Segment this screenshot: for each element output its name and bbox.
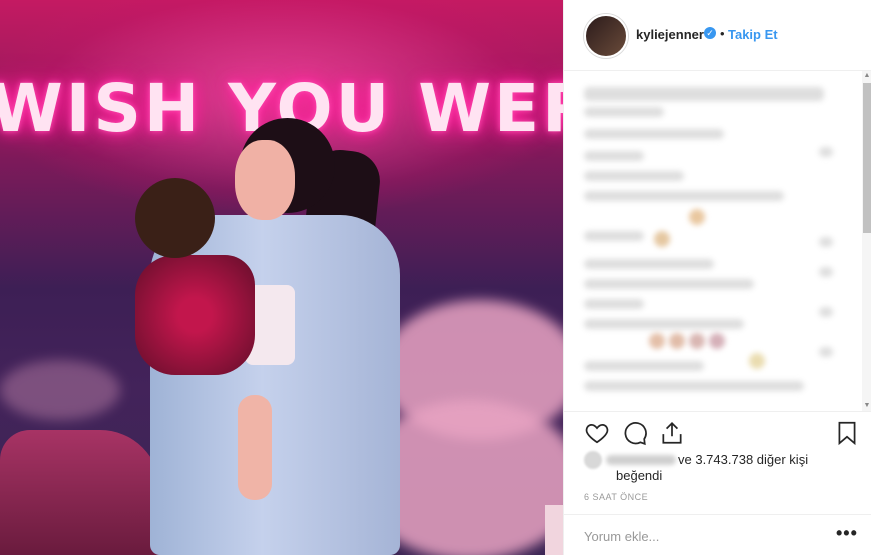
- blurred-comment-line: [584, 107, 664, 117]
- blurred-emoji: [654, 231, 670, 247]
- blurred-timestamp: [819, 347, 833, 357]
- user-avatar[interactable]: [584, 14, 628, 58]
- blurred-timestamp: [819, 147, 833, 157]
- comments-list-blurred[interactable]: [564, 71, 860, 411]
- blurred-comment-line: [584, 231, 644, 241]
- floor-box: [545, 505, 563, 555]
- blurred-emoji: [689, 209, 705, 225]
- more-options-icon[interactable]: •••: [836, 523, 858, 544]
- heart-icon[interactable]: [584, 420, 610, 446]
- follow-button[interactable]: Takip Et: [728, 27, 778, 42]
- post-actions-bar: [564, 411, 871, 452]
- blurred-emoji: [649, 333, 665, 349]
- username-link[interactable]: kyliejenner: [636, 27, 704, 42]
- post-timestamp[interactable]: 6 SAAT ÖNCE: [584, 492, 648, 502]
- blurred-timestamp: [819, 307, 833, 317]
- woman-face: [235, 140, 295, 220]
- scroll-thumb[interactable]: [863, 83, 871, 233]
- blurred-timestamp: [819, 237, 833, 247]
- blurred-comment-line: [584, 279, 754, 289]
- blurred-comment-line: [584, 381, 804, 391]
- blurred-comment-line: [584, 319, 744, 329]
- bookmark-icon[interactable]: [834, 420, 860, 446]
- blurred-emoji: [749, 353, 765, 369]
- separator-dot: •: [720, 26, 725, 41]
- blurred-timestamp: [819, 267, 833, 277]
- blurred-comment-line: [584, 87, 824, 101]
- child-hair: [135, 178, 215, 258]
- child-leg: [238, 395, 272, 500]
- gift-bag: [0, 430, 160, 555]
- cloud: [0, 360, 120, 420]
- post-header: kyliejenner ✓ • Takip Et: [564, 0, 871, 71]
- share-icon[interactable]: [659, 420, 685, 446]
- post-sidebar: kyliejenner ✓ • Takip Et ▲ ▼ ve 3.743.73…: [563, 0, 871, 555]
- blurred-comment-line: [584, 259, 714, 269]
- blurred-emoji: [669, 333, 685, 349]
- blurred-emoji: [709, 333, 725, 349]
- comment-icon[interactable]: [622, 420, 648, 446]
- blurred-comment-line: [584, 129, 724, 139]
- blurred-comment-line: [584, 299, 644, 309]
- blurred-comment-line: [584, 171, 684, 181]
- add-comment-bar: •••: [564, 514, 871, 556]
- blurred-comment-line: [584, 191, 784, 201]
- post-photo[interactable]: WISH YOU WERE: [0, 0, 563, 555]
- liker-avatar[interactable]: [584, 451, 602, 469]
- comments-scrollbar[interactable]: ▲ ▼: [862, 71, 871, 411]
- comment-input[interactable]: [584, 529, 814, 544]
- blurred-comment-line: [584, 151, 644, 161]
- blurred-liker-name[interactable]: [606, 455, 676, 465]
- verified-badge-icon: ✓: [704, 27, 716, 39]
- scroll-up-arrow-icon[interactable]: ▲: [862, 71, 871, 81]
- instagram-post-modal: WISH YOU WERE kyliejenner ✓ • Takip Et: [0, 0, 871, 555]
- blurred-comment-line: [584, 361, 704, 371]
- likes-count-text[interactable]: ve 3.743.738 diğer kişi: [678, 451, 808, 469]
- likes-label: beğendi: [616, 468, 663, 483]
- blurred-emoji: [689, 333, 705, 349]
- scroll-down-arrow-icon[interactable]: ▼: [862, 401, 871, 411]
- child-sequin-dress: [135, 255, 255, 375]
